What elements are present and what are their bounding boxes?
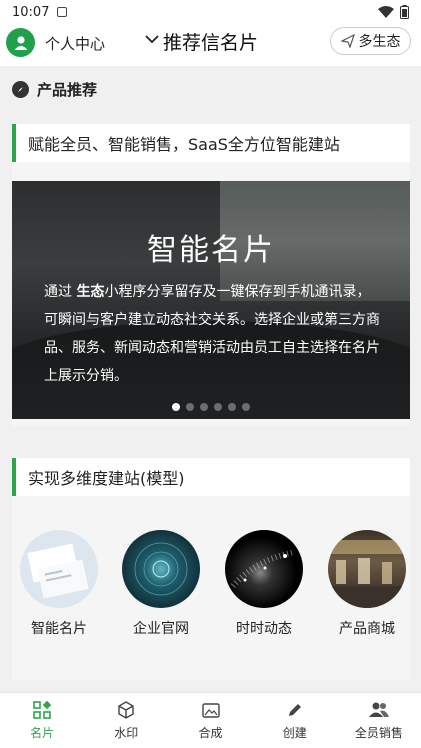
send-icon xyxy=(340,34,355,48)
profile-center-link[interactable]: 个人中心 xyxy=(45,33,105,54)
nav-item-watermark[interactable]: 水印 xyxy=(84,693,168,748)
card-title: 实现多维度建站(模型) xyxy=(12,458,410,496)
model-corporate-site[interactable]: 企业官网 xyxy=(116,530,206,638)
battery-icon xyxy=(400,5,409,19)
nav-label: 创建 xyxy=(282,726,307,740)
model-label: 产品商城 xyxy=(339,621,395,637)
user-icon xyxy=(14,35,27,50)
carousel-dot[interactable] xyxy=(186,403,194,411)
cube-icon xyxy=(118,701,134,719)
wifi-icon xyxy=(378,6,394,18)
status-time: 10:07 xyxy=(12,4,50,20)
nav-item-create[interactable]: 创建 xyxy=(253,693,337,748)
carousel-dot[interactable] xyxy=(228,403,236,411)
app-header: 个人中心 推荐信名片 多生态 xyxy=(0,24,421,66)
image-icon xyxy=(201,703,220,718)
carousel-dot[interactable] xyxy=(200,403,208,411)
banner-carousel[interactable]: 智能名片 通过 生态小程序分享留存及一键保存到手机通讯录，可瞬间与客户建立动态社… xyxy=(12,181,410,419)
model-list: 智能名片 企业官网 时时动态 产品商城 xyxy=(12,530,410,640)
people-icon xyxy=(368,702,389,717)
smart-card-thumbnail xyxy=(20,530,98,608)
model-label: 企业官网 xyxy=(133,621,189,637)
notification-icon xyxy=(57,7,68,17)
section-title: 产品推荐 xyxy=(37,80,98,99)
carousel-dot[interactable] xyxy=(242,403,250,411)
compass-icon xyxy=(12,80,29,98)
status-icons xyxy=(378,5,409,19)
multi-dimension-card: 实现多维度建站(模型) 智能名片 企业官网 时时动态 产品商城 xyxy=(12,458,410,680)
corporate-site-thumbnail xyxy=(122,530,200,608)
multi-ecosystem-button[interactable]: 多生态 xyxy=(330,27,411,55)
pen-icon xyxy=(288,704,301,716)
chevron-down-icon[interactable] xyxy=(144,31,160,47)
nav-item-card[interactable]: 名片 xyxy=(0,693,84,748)
card-title: 赋能全员、智能销售，SaaS全方位智能建站 xyxy=(12,124,410,162)
avatar[interactable] xyxy=(6,28,35,57)
carousel-dots[interactable] xyxy=(12,403,410,411)
smart-site-card: 赋能全员、智能销售，SaaS全方位智能建站 智能名片 通过 生态小程序分享留存及… xyxy=(12,124,410,426)
model-label: 时时动态 xyxy=(236,621,292,637)
eco-button-label: 多生态 xyxy=(358,34,401,50)
banner-description: 通过 生态小程序分享留存及一键保存到手机通讯录，可瞬间与客户建立动态社交关系。选… xyxy=(44,284,380,384)
banner-title: 智能名片 xyxy=(147,233,275,268)
carousel-dot[interactable] xyxy=(214,403,222,411)
nav-item-compose[interactable]: 合成 xyxy=(168,693,252,748)
nav-label: 水印 xyxy=(114,726,139,740)
page-title[interactable]: 推荐信名片 xyxy=(163,28,258,55)
bottom-nav: 名片 水印 合成 创建 全员销售 xyxy=(0,692,421,748)
section-header: 产品推荐 xyxy=(0,70,421,108)
product-mall-thumbnail xyxy=(328,530,406,608)
nav-item-all-sales[interactable]: 全员销售 xyxy=(337,693,421,748)
model-live-news[interactable]: 时时动态 xyxy=(219,530,309,638)
live-news-thumbnail xyxy=(225,530,303,608)
status-bar: 10:07 xyxy=(0,0,421,24)
model-product-mall[interactable]: 产品商城 xyxy=(322,530,412,638)
card-grid-icon xyxy=(33,700,52,719)
nav-label: 合成 xyxy=(198,726,223,740)
carousel-dot[interactable] xyxy=(172,403,180,411)
model-label: 智能名片 xyxy=(31,621,87,637)
nav-label: 全员销售 xyxy=(354,726,403,740)
nav-label: 名片 xyxy=(30,726,55,740)
model-smart-card[interactable]: 智能名片 xyxy=(14,530,104,638)
